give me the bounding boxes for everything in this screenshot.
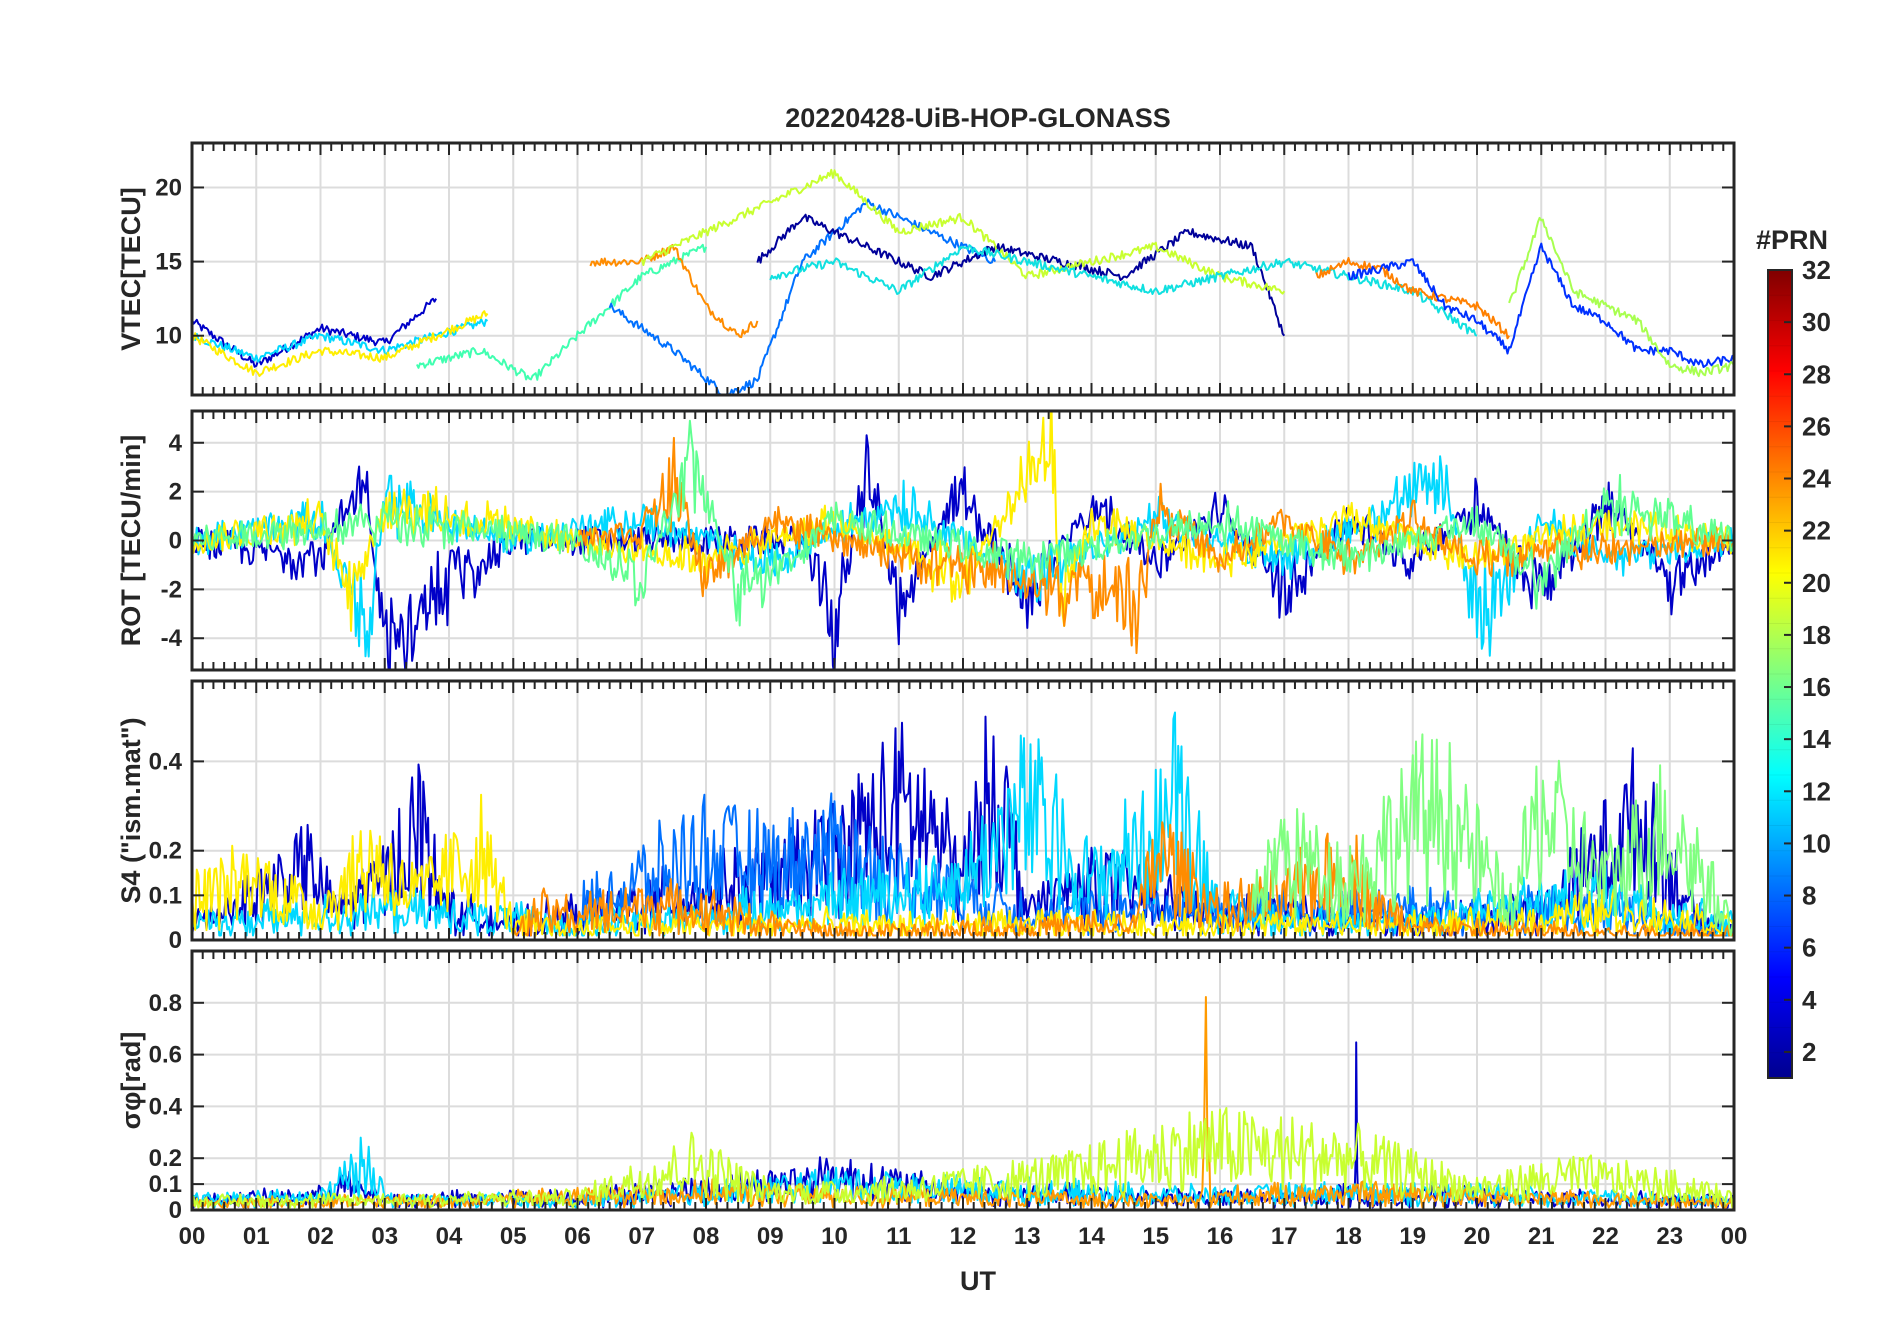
y-axis-label: S4 ("ism.mat") (116, 717, 146, 903)
x-tick-label: 14 (1078, 1223, 1105, 1250)
x-tick-label: 22 (1592, 1223, 1619, 1250)
x-tick-label: 04 (436, 1223, 463, 1250)
x-tick-label: 15 (1142, 1223, 1169, 1250)
x-tick-label: 00 (1721, 1223, 1748, 1250)
x-tick-label: 08 (693, 1223, 720, 1250)
x-tick-label: 17 (1271, 1223, 1298, 1250)
x-tick-label: 12 (950, 1223, 977, 1250)
colorbar-label: #PRN (1756, 225, 1828, 255)
colorbar-tick-label: 2 (1802, 1037, 1816, 1067)
colorbar-tick-label: 32 (1802, 255, 1831, 285)
colorbar-tick-label: 30 (1802, 307, 1831, 337)
y-tick-label: 0 (169, 528, 182, 555)
colorbar-tick-label: 4 (1802, 985, 1817, 1015)
series-line-prn-14 (416, 243, 707, 381)
colorbar-tick-label: 18 (1802, 620, 1831, 650)
y-tick-label: 0.1 (149, 1171, 182, 1198)
y-tick-label: -2 (161, 576, 182, 603)
y-tick-label: 2 (169, 479, 182, 506)
colorbar-tick-label: 22 (1802, 516, 1831, 546)
panel-sigma_phi: 00.10.2 0.4 0.6 0.8σφ[rad] (116, 949, 1736, 1224)
x-tick-label: 20 (1464, 1223, 1491, 1250)
panel-S4: 0 0.1 0.2 0.4S4 ("ism.mat") (116, 679, 1736, 954)
y-tick-label: 0.8 (149, 990, 182, 1017)
y-tick-label: 0 (169, 1197, 182, 1224)
x-axis-tick-labels: 00 01 02 03 04 05 06 07 08 09 10 11 12 13 14 15 16 17 18 19… (179, 1223, 1748, 1250)
y-tick-label: 0.2 (149, 1145, 182, 1172)
y-tick-label: 10 (155, 323, 182, 350)
y-tick-label: 0 (169, 927, 182, 954)
colorbar: 2468101214161820222426283032 (1767, 255, 1831, 1079)
x-tick-label: 03 (371, 1223, 398, 1250)
y-axis-label: VTEC[TECU] (116, 187, 146, 351)
colorbar-tick-label: 6 (1802, 933, 1816, 963)
y-tick-label: 0.4 (149, 1093, 183, 1120)
y-tick-label: 4 (169, 430, 183, 457)
x-tick-label: 10 (821, 1223, 848, 1250)
y-tick-label: 15 (155, 249, 182, 276)
colorbar-tick-label: 16 (1802, 672, 1831, 702)
series-line-prn-8 (608, 198, 997, 395)
colorbar-tick-label: 12 (1802, 776, 1831, 806)
y-tick-label: 0.2 (149, 838, 182, 865)
x-tick-label: 05 (500, 1223, 527, 1250)
x-tick-label: 16 (1207, 1223, 1234, 1250)
series-line-prn-12 (192, 318, 489, 363)
y-tick-label: -4 (161, 625, 183, 652)
colorbar-tick-label: 8 (1802, 881, 1816, 911)
colorbar-tick-label: 26 (1802, 411, 1831, 441)
x-tick-label: 19 (1399, 1223, 1426, 1250)
x-tick-label: 02 (307, 1223, 334, 1250)
series-line-prn-17 (1508, 216, 1734, 378)
panel-VTEC: 10 15 20 VTEC[TECU] (116, 141, 1736, 397)
x-tick-label: 13 (1014, 1223, 1041, 1250)
x-tick-label: 21 (1528, 1223, 1555, 1250)
colorbar-tick-label: 14 (1802, 724, 1831, 754)
y-tick-label: 20 (155, 174, 182, 201)
chart-title: 20220428-UiB-HOP-GLONASS (785, 103, 1171, 133)
panels-group: 101520VTEC[TECU]-4-2024ROT [TECU/min]00.… (116, 141, 1736, 1224)
series-line-prn-2 (756, 213, 1286, 337)
series-line-prn-3 (192, 297, 437, 368)
y-tick-label: 0.6 (149, 1042, 182, 1069)
colorbar-tick-label: 20 (1802, 568, 1831, 598)
x-tick-label: 07 (628, 1223, 655, 1250)
x-tick-label: 11 (886, 1223, 911, 1250)
x-tick-label: 01 (243, 1223, 270, 1250)
colorbar-tick-label: 10 (1802, 828, 1831, 858)
y-tick-label: 0.1 (149, 882, 182, 909)
x-axis-label: UT (960, 1266, 996, 1296)
x-tick-label: 00 (179, 1223, 206, 1250)
panel-ROT: -4 -2 0 2 4 ROT [TECU/min] (116, 409, 1736, 672)
series-line-prn-20 (192, 310, 489, 377)
y-tick-label: 0.4 (149, 748, 183, 775)
y-axis-label: σφ[rad] (116, 1032, 146, 1130)
x-tick-label: 09 (757, 1223, 784, 1250)
y-axis-label: ROT [TECU/min] (116, 435, 146, 646)
x-tick-label: 23 (1656, 1223, 1683, 1250)
colorbar-tick-label: 28 (1802, 359, 1831, 389)
figure: 20220428-UiB-HOP-GLONASS 101520VTEC[TECU… (116, 103, 1831, 1296)
x-tick-label: 06 (564, 1223, 591, 1250)
colorbar-tick-label: 24 (1802, 464, 1831, 494)
x-tick-label: 18 (1335, 1223, 1362, 1250)
